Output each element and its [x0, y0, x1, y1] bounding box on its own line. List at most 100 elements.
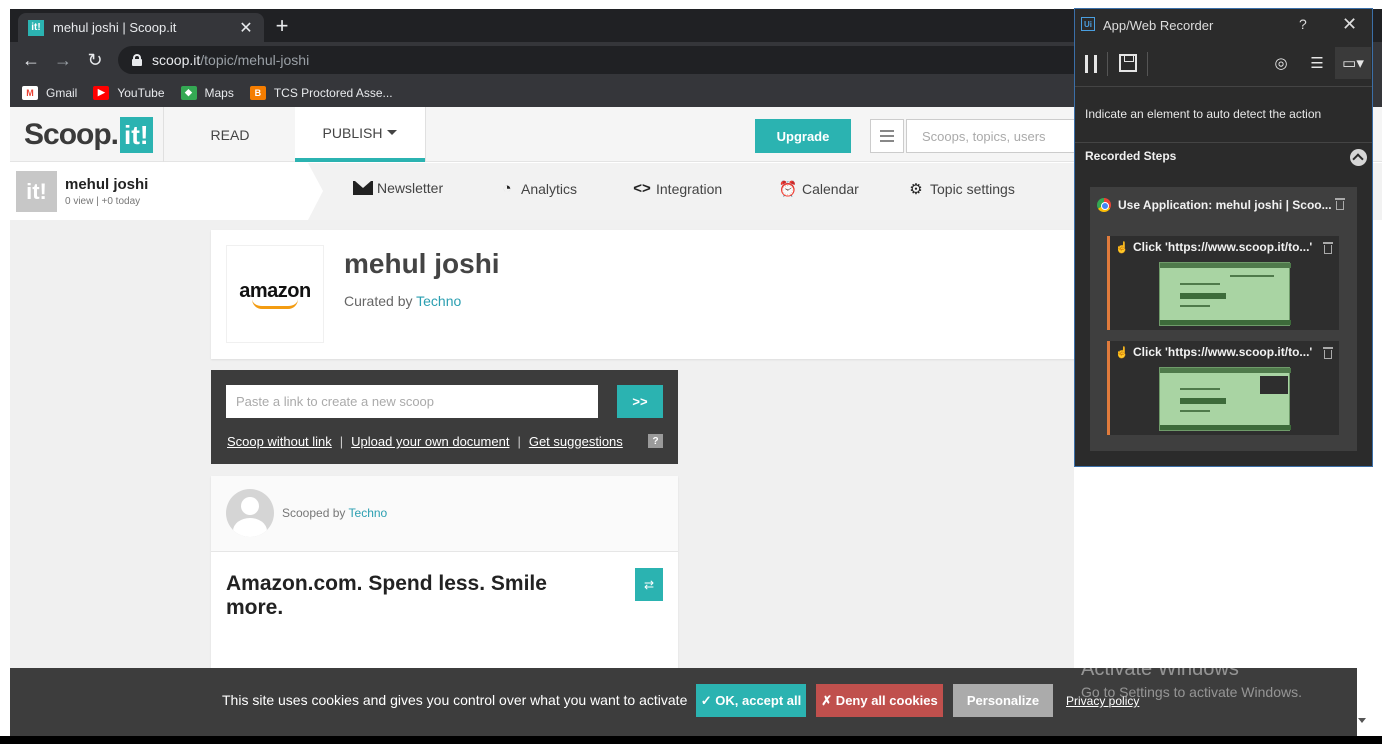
- topic-image[interactable]: amazon: [226, 245, 324, 343]
- gears-icon: ⚙: [909, 181, 923, 198]
- menu-icon[interactable]: [870, 119, 904, 153]
- trash-icon[interactable]: [1323, 242, 1333, 254]
- divider: [1075, 86, 1372, 87]
- topic-stats: 0 view | +0 today: [65, 196, 141, 207]
- forward-arrow-icon[interactable]: →: [52, 49, 74, 71]
- maps-icon: ◆: [180, 85, 197, 100]
- divider: [163, 107, 164, 162]
- bookmark-label: TCS Proctored Asse...: [273, 85, 393, 100]
- amazon-smile-icon: [252, 299, 298, 309]
- cookie-text: This site uses cookies and gives you con…: [222, 692, 688, 708]
- scoop-submit-button[interactable]: >>: [617, 385, 663, 418]
- back-arrow-icon[interactable]: ←: [20, 49, 42, 71]
- nav-read[interactable]: READ: [165, 107, 295, 162]
- bookmark-tcs[interactable]: B TCS Proctored Asse...: [249, 85, 393, 100]
- bookmark-maps[interactable]: ◆ Maps: [180, 85, 234, 100]
- address-bar[interactable]: scoop.it/topic/mehul-joshi: [118, 46, 1178, 74]
- accept-cookies-button[interactable]: ✓ OK, accept all: [696, 684, 806, 717]
- get-suggestions-link[interactable]: Get suggestions: [529, 434, 623, 449]
- upload-document-link[interactable]: Upload your own document: [351, 434, 509, 449]
- topic-nav-integration[interactable]: <> Integration: [632, 180, 722, 197]
- topic-nav-newsletter[interactable]: Newsletter: [353, 180, 443, 196]
- pause-icon[interactable]: [1085, 55, 1097, 73]
- bookmark-youtube[interactable]: ▶ YouTube: [93, 85, 165, 100]
- uipath-logo-icon: Ui: [1081, 17, 1095, 31]
- divider: [1075, 142, 1372, 143]
- step-title: Click 'https://www.scoop.it/to...': [1133, 240, 1313, 254]
- post-header: Scooped by Techno: [211, 476, 678, 552]
- collapse-icon[interactable]: [1350, 149, 1367, 166]
- screen: it! mehul joshi | Scoop.it ✕ + ← → ↻ sco…: [0, 0, 1382, 744]
- url-path: /topic/mehul-joshi: [200, 52, 310, 68]
- curated-by: Curated by Techno: [344, 293, 461, 309]
- topic-nav-label: Topic settings: [930, 181, 1015, 197]
- tab-title: mehul joshi | Scoop.it: [53, 20, 177, 35]
- close-icon[interactable]: ✕: [1342, 14, 1357, 35]
- rescoop-icon[interactable]: ⇄: [635, 568, 663, 601]
- click-icon: ☝: [1115, 242, 1129, 254]
- search-input[interactable]: [906, 119, 1086, 153]
- step-group-title: Use Application: mehul joshi | Scoo...: [1118, 198, 1332, 212]
- topic-nav-analytics[interactable]: ◔ Analytics: [497, 180, 577, 197]
- scoopit-logo[interactable]: Scoop. it!: [24, 117, 153, 153]
- topic-logo[interactable]: it!: [16, 171, 57, 212]
- separator: |: [339, 434, 344, 449]
- topic-nav-calendar[interactable]: ⏰ Calendar: [778, 180, 859, 198]
- recorded-step-group[interactable]: Use Application: mehul joshi | Scoo... ☝…: [1090, 187, 1357, 451]
- screenshot-icon: ▭▾: [1342, 55, 1364, 72]
- post-card: Scooped by Techno Amazon.com. Spend less…: [211, 476, 678, 676]
- youtube-icon: ▶: [93, 85, 110, 100]
- screenshot-dropdown[interactable]: ▭▾: [1335, 47, 1371, 79]
- upgrade-button[interactable]: Upgrade: [755, 119, 851, 153]
- recorded-step[interactable]: ☝ Click 'https://www.scoop.it/to...': [1107, 341, 1339, 435]
- step-screenshot: [1159, 367, 1291, 431]
- divider: [425, 107, 426, 162]
- main-content: amazon mehul joshi Curated by Techno >> …: [10, 220, 1091, 676]
- curated-prefix: Curated by: [344, 293, 413, 309]
- list-icon[interactable]: ☰: [1307, 54, 1327, 74]
- chevron-down-icon: [387, 130, 398, 135]
- lock-icon: [132, 54, 142, 66]
- topic-nav-label: Integration: [656, 180, 723, 197]
- scoop-link-input[interactable]: [226, 385, 598, 418]
- divider: [1147, 52, 1148, 76]
- topic-name[interactable]: mehul joshi: [65, 176, 148, 193]
- browser-tab[interactable]: it! mehul joshi | Scoop.it ✕: [18, 13, 264, 42]
- page-title: mehul joshi: [344, 248, 500, 279]
- tab-close-icon[interactable]: ✕: [238, 18, 254, 38]
- scooper-link[interactable]: Techno: [349, 506, 388, 520]
- scoop-composer: >> Scoop without link | Upload your own …: [211, 370, 678, 464]
- deny-cookies-button[interactable]: ✗ Deny all cookies: [816, 684, 943, 717]
- scroll-down-icon[interactable]: [1358, 718, 1366, 723]
- separator: |: [517, 434, 521, 449]
- divider: [1107, 52, 1108, 76]
- recorder-panel: Ui App/Web Recorder ? ✕ ◎ ☰ ▭▾ Indicate …: [1074, 8, 1373, 467]
- bookmark-gmail[interactable]: M Gmail: [22, 85, 77, 100]
- help-button[interactable]: ?: [1299, 16, 1307, 32]
- topic-card: amazon mehul joshi Curated by Techno: [211, 230, 1091, 359]
- save-icon[interactable]: [1119, 54, 1137, 72]
- trash-icon[interactable]: [1335, 198, 1345, 210]
- pie-chart-icon: ◔: [502, 180, 512, 197]
- topic-nav-label: Newsletter: [377, 180, 444, 196]
- avatar[interactable]: [226, 489, 274, 537]
- recorder-title: App/Web Recorder: [1103, 18, 1214, 33]
- nav-publish[interactable]: PUBLISH: [295, 107, 425, 162]
- curator-link[interactable]: Techno: [416, 293, 461, 309]
- target-icon[interactable]: ◎: [1271, 54, 1291, 74]
- scooped-prefix: Scooped by: [282, 506, 346, 520]
- new-tab-button[interactable]: +: [270, 15, 294, 37]
- url-host: scoop.it: [152, 52, 201, 68]
- help-icon[interactable]: ?: [648, 434, 663, 448]
- reload-icon[interactable]: ↻: [84, 49, 106, 71]
- trash-icon[interactable]: [1323, 347, 1333, 359]
- topic-nav-settings[interactable]: ⚙ Topic settings: [906, 180, 1015, 198]
- envelope-icon: [353, 181, 373, 195]
- personalize-button[interactable]: Personalize: [953, 684, 1053, 717]
- taskbar-edge: [0, 736, 1382, 744]
- post-title[interactable]: Amazon.com. Spend less. Smile more.: [226, 572, 566, 620]
- recorded-step[interactable]: ☝ Click 'https://www.scoop.it/to...': [1107, 236, 1339, 330]
- scoop-without-link[interactable]: Scoop without link: [227, 434, 332, 449]
- step-group-header: Use Application: mehul joshi | Scoo...: [1090, 187, 1357, 221]
- topic-nav-label: Calendar: [802, 181, 859, 197]
